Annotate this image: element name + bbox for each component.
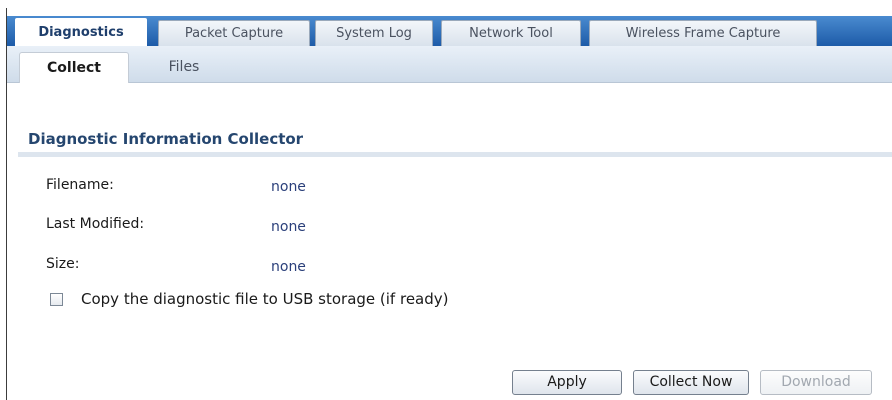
size-label: Size:: [46, 256, 80, 272]
subtab-files[interactable]: Files: [139, 52, 229, 83]
tab-system-log[interactable]: System Log: [315, 20, 433, 46]
sub-tab-bar: Collect Files: [7, 46, 892, 83]
download-button[interactable]: Download: [760, 370, 872, 395]
section-divider: [18, 152, 892, 157]
apply-button[interactable]: Apply: [512, 370, 622, 395]
filename-value: none: [271, 179, 306, 195]
subtab-collect[interactable]: Collect: [19, 52, 129, 83]
section-title: Diagnostic Information Collector: [28, 130, 304, 148]
collect-now-button[interactable]: Collect Now: [633, 370, 749, 395]
tab-diagnostics[interactable]: Diagnostics: [15, 18, 147, 46]
tab-network-tool[interactable]: Network Tool: [441, 20, 581, 46]
last-modified-label: Last Modified:: [46, 216, 145, 232]
size-value: none: [271, 259, 306, 275]
diagnostics-panel: Diagnostics Packet Capture System Log Ne…: [6, 8, 892, 400]
tab-packet-capture[interactable]: Packet Capture: [158, 20, 310, 46]
last-modified-value: none: [271, 219, 306, 235]
filename-label: Filename:: [46, 177, 114, 193]
copy-usb-checkbox[interactable]: [50, 293, 63, 306]
tab-wireless-frame-capture[interactable]: Wireless Frame Capture: [589, 20, 817, 46]
main-tab-bar: Diagnostics Packet Capture System Log Ne…: [7, 16, 892, 46]
copy-usb-label[interactable]: Copy the diagnostic file to USB storage …: [81, 290, 449, 308]
